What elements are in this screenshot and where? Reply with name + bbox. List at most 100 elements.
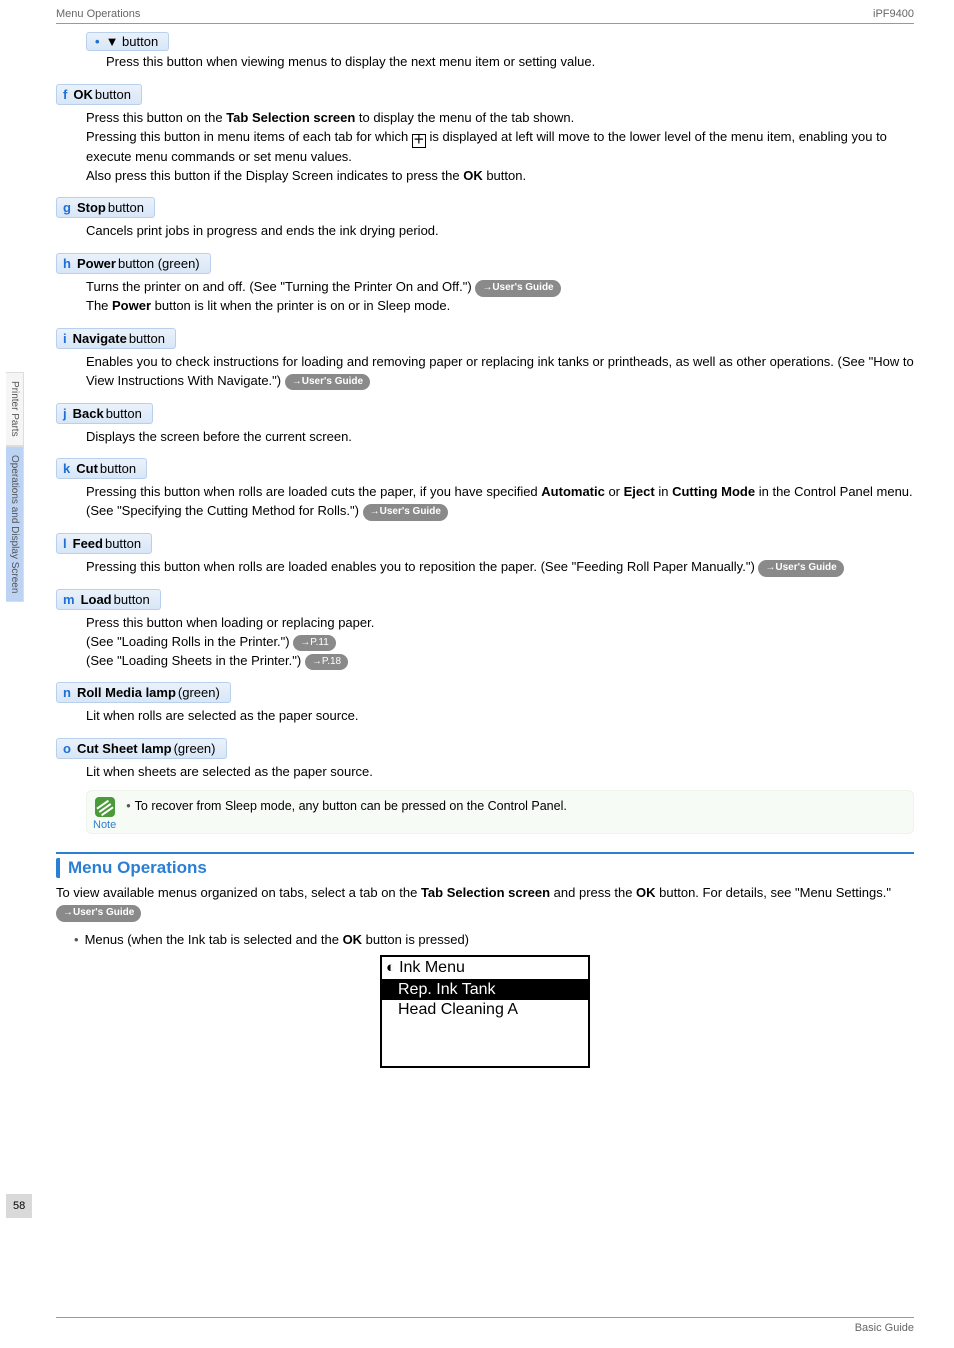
- item-name: Cut: [76, 461, 98, 476]
- text-bold: OK: [343, 932, 363, 947]
- plus-icon: ＋: [412, 134, 426, 148]
- side-tab-operations[interactable]: Operations and Display Screen: [6, 446, 24, 602]
- text: To recover from Sleep mode, any button c…: [135, 799, 567, 813]
- text: Press this button on the: [86, 110, 226, 125]
- page-ref-pill[interactable]: →P.11: [293, 635, 336, 652]
- item-name: OK: [73, 87, 93, 102]
- item-m-desc: Press this button when loading or replac…: [86, 614, 914, 671]
- item-heading-l: l Feed button: [56, 533, 152, 554]
- text: Also press this button if the Display Sc…: [86, 168, 463, 183]
- text: button.: [483, 168, 526, 183]
- users-guide-pill[interactable]: →User's Guide: [758, 560, 843, 577]
- item-letter: k: [63, 461, 70, 476]
- text-bold: Tab Selection screen: [226, 110, 355, 125]
- text-bold: Eject: [624, 484, 655, 499]
- text: button is pressed): [362, 932, 469, 947]
- item-f-desc: Press this button on the Tab Selection s…: [86, 109, 914, 186]
- text: Pressing this button in menu items of ea…: [86, 129, 412, 144]
- item-name: Navigate: [73, 331, 127, 346]
- item-suffix: (green): [178, 685, 220, 700]
- item-heading-m: m Load button: [56, 589, 161, 610]
- sub-item-label: ▼ button: [106, 34, 159, 49]
- item-suffix: button (green): [118, 256, 200, 271]
- text: or: [605, 484, 624, 499]
- item-suffix: button: [108, 200, 144, 215]
- item-suffix: button: [114, 592, 150, 607]
- sub-item-down-button: • ▼ button: [86, 32, 169, 51]
- item-suffix: button: [105, 536, 141, 551]
- item-heading-i: i Navigate button: [56, 328, 176, 349]
- side-tabs: Printer Parts Operations and Display Scr…: [6, 372, 24, 602]
- item-name: Stop: [77, 200, 106, 215]
- item-name: Feed: [73, 536, 103, 551]
- text: Enables you to check instructions for lo…: [86, 354, 914, 388]
- menu-row-selected: Rep. Ink Tank: [382, 980, 588, 1000]
- item-heading-f: f OK button: [56, 84, 142, 105]
- text: Turns the printer on and off. (See "Turn…: [86, 279, 475, 294]
- item-name: Roll Media lamp: [77, 685, 176, 700]
- text-bold: OK: [636, 885, 656, 900]
- text-bold: OK: [463, 168, 483, 183]
- item-h-desc: Turns the printer on and off. (See "Turn…: [86, 278, 914, 316]
- note-text: • To recover from Sleep mode, any button …: [126, 797, 567, 813]
- page-container: Menu Operations iPF9400 Printer Parts Op…: [0, 0, 954, 1348]
- item-j-desc: Displays the screen before the current s…: [86, 428, 914, 447]
- text: to display the menu of the tab shown.: [355, 110, 574, 125]
- item-heading-h: h Power button (green): [56, 253, 211, 274]
- text-bold: Automatic: [541, 484, 605, 499]
- note-label: Note: [93, 819, 116, 831]
- text-bold: Cutting Mode: [672, 484, 755, 499]
- bullet-dot-icon: •: [126, 799, 130, 813]
- menu-bullet: •Menus (when the Ink tab is selected and…: [74, 932, 914, 947]
- item-heading-n: n Roll Media lamp (green): [56, 682, 231, 703]
- text: Pressing this button when rolls are load…: [86, 559, 758, 574]
- text: (See "Loading Sheets in the Printer."): [86, 653, 305, 668]
- users-guide-pill[interactable]: →User's Guide: [363, 504, 448, 521]
- text: button. For details, see "Menu Settings.…: [656, 885, 891, 900]
- page-header: Menu Operations iPF9400: [56, 8, 914, 24]
- item-heading-o: o Cut Sheet lamp (green): [56, 738, 227, 759]
- item-heading-g: g Stop button: [56, 197, 155, 218]
- section-heading: Menu Operations: [56, 858, 207, 878]
- users-guide-pill[interactable]: →User's Guide: [475, 280, 560, 297]
- users-guide-pill[interactable]: →User's Guide: [285, 374, 370, 391]
- item-letter: o: [63, 741, 71, 756]
- side-tab-printer-parts[interactable]: Printer Parts: [6, 372, 24, 446]
- page-ref-pill[interactable]: →P.18: [305, 654, 348, 671]
- text-bold: Tab Selection screen: [421, 885, 550, 900]
- item-suffix: button: [129, 331, 165, 346]
- item-name: Cut Sheet lamp: [77, 741, 172, 756]
- text: Pressing this button when rolls are load…: [86, 484, 541, 499]
- menu-screen-title: Ink Menu: [399, 959, 465, 977]
- item-l-desc: Pressing this button when rolls are load…: [86, 558, 914, 577]
- item-heading-k: k Cut button: [56, 458, 147, 479]
- section-heading-wrap: Menu Operations: [56, 852, 914, 878]
- text: Press this button when loading or replac…: [86, 615, 374, 630]
- item-letter: i: [63, 331, 67, 346]
- menu-screen: ◐ Ink Menu Rep. Ink Tank Head Cleaning A: [380, 955, 590, 1068]
- item-suffix: (green): [174, 741, 216, 756]
- page-number: 58: [6, 1194, 32, 1218]
- item-name: Power: [77, 256, 116, 271]
- menu-spacer: [382, 1020, 588, 1066]
- item-letter: l: [63, 536, 67, 551]
- item-i-desc: Enables you to check instructions for lo…: [86, 353, 914, 391]
- item-letter: m: [63, 592, 75, 607]
- text: Menus (when the Ink tab is selected and …: [85, 932, 343, 947]
- section-paragraph: To view available menus organized on tab…: [56, 884, 914, 922]
- menu-row: Head Cleaning A: [382, 1000, 588, 1020]
- item-k-desc: Pressing this button when rolls are load…: [86, 483, 914, 521]
- text: in: [655, 484, 672, 499]
- text-bold: Power: [112, 298, 151, 313]
- item-letter: g: [63, 200, 71, 215]
- header-right: iPF9400: [873, 8, 914, 20]
- item-letter: j: [63, 406, 67, 421]
- item-suffix: button: [106, 406, 142, 421]
- item-o-desc: Lit when sheets are selected as the pape…: [86, 763, 914, 782]
- item-letter: h: [63, 256, 71, 271]
- item-name: Load: [81, 592, 112, 607]
- menu-screen-title-row: ◐ Ink Menu: [382, 957, 588, 980]
- ink-drop-icon: ◐: [386, 959, 395, 976]
- page-footer: Basic Guide: [56, 1317, 914, 1334]
- users-guide-pill[interactable]: →User's Guide: [56, 905, 141, 922]
